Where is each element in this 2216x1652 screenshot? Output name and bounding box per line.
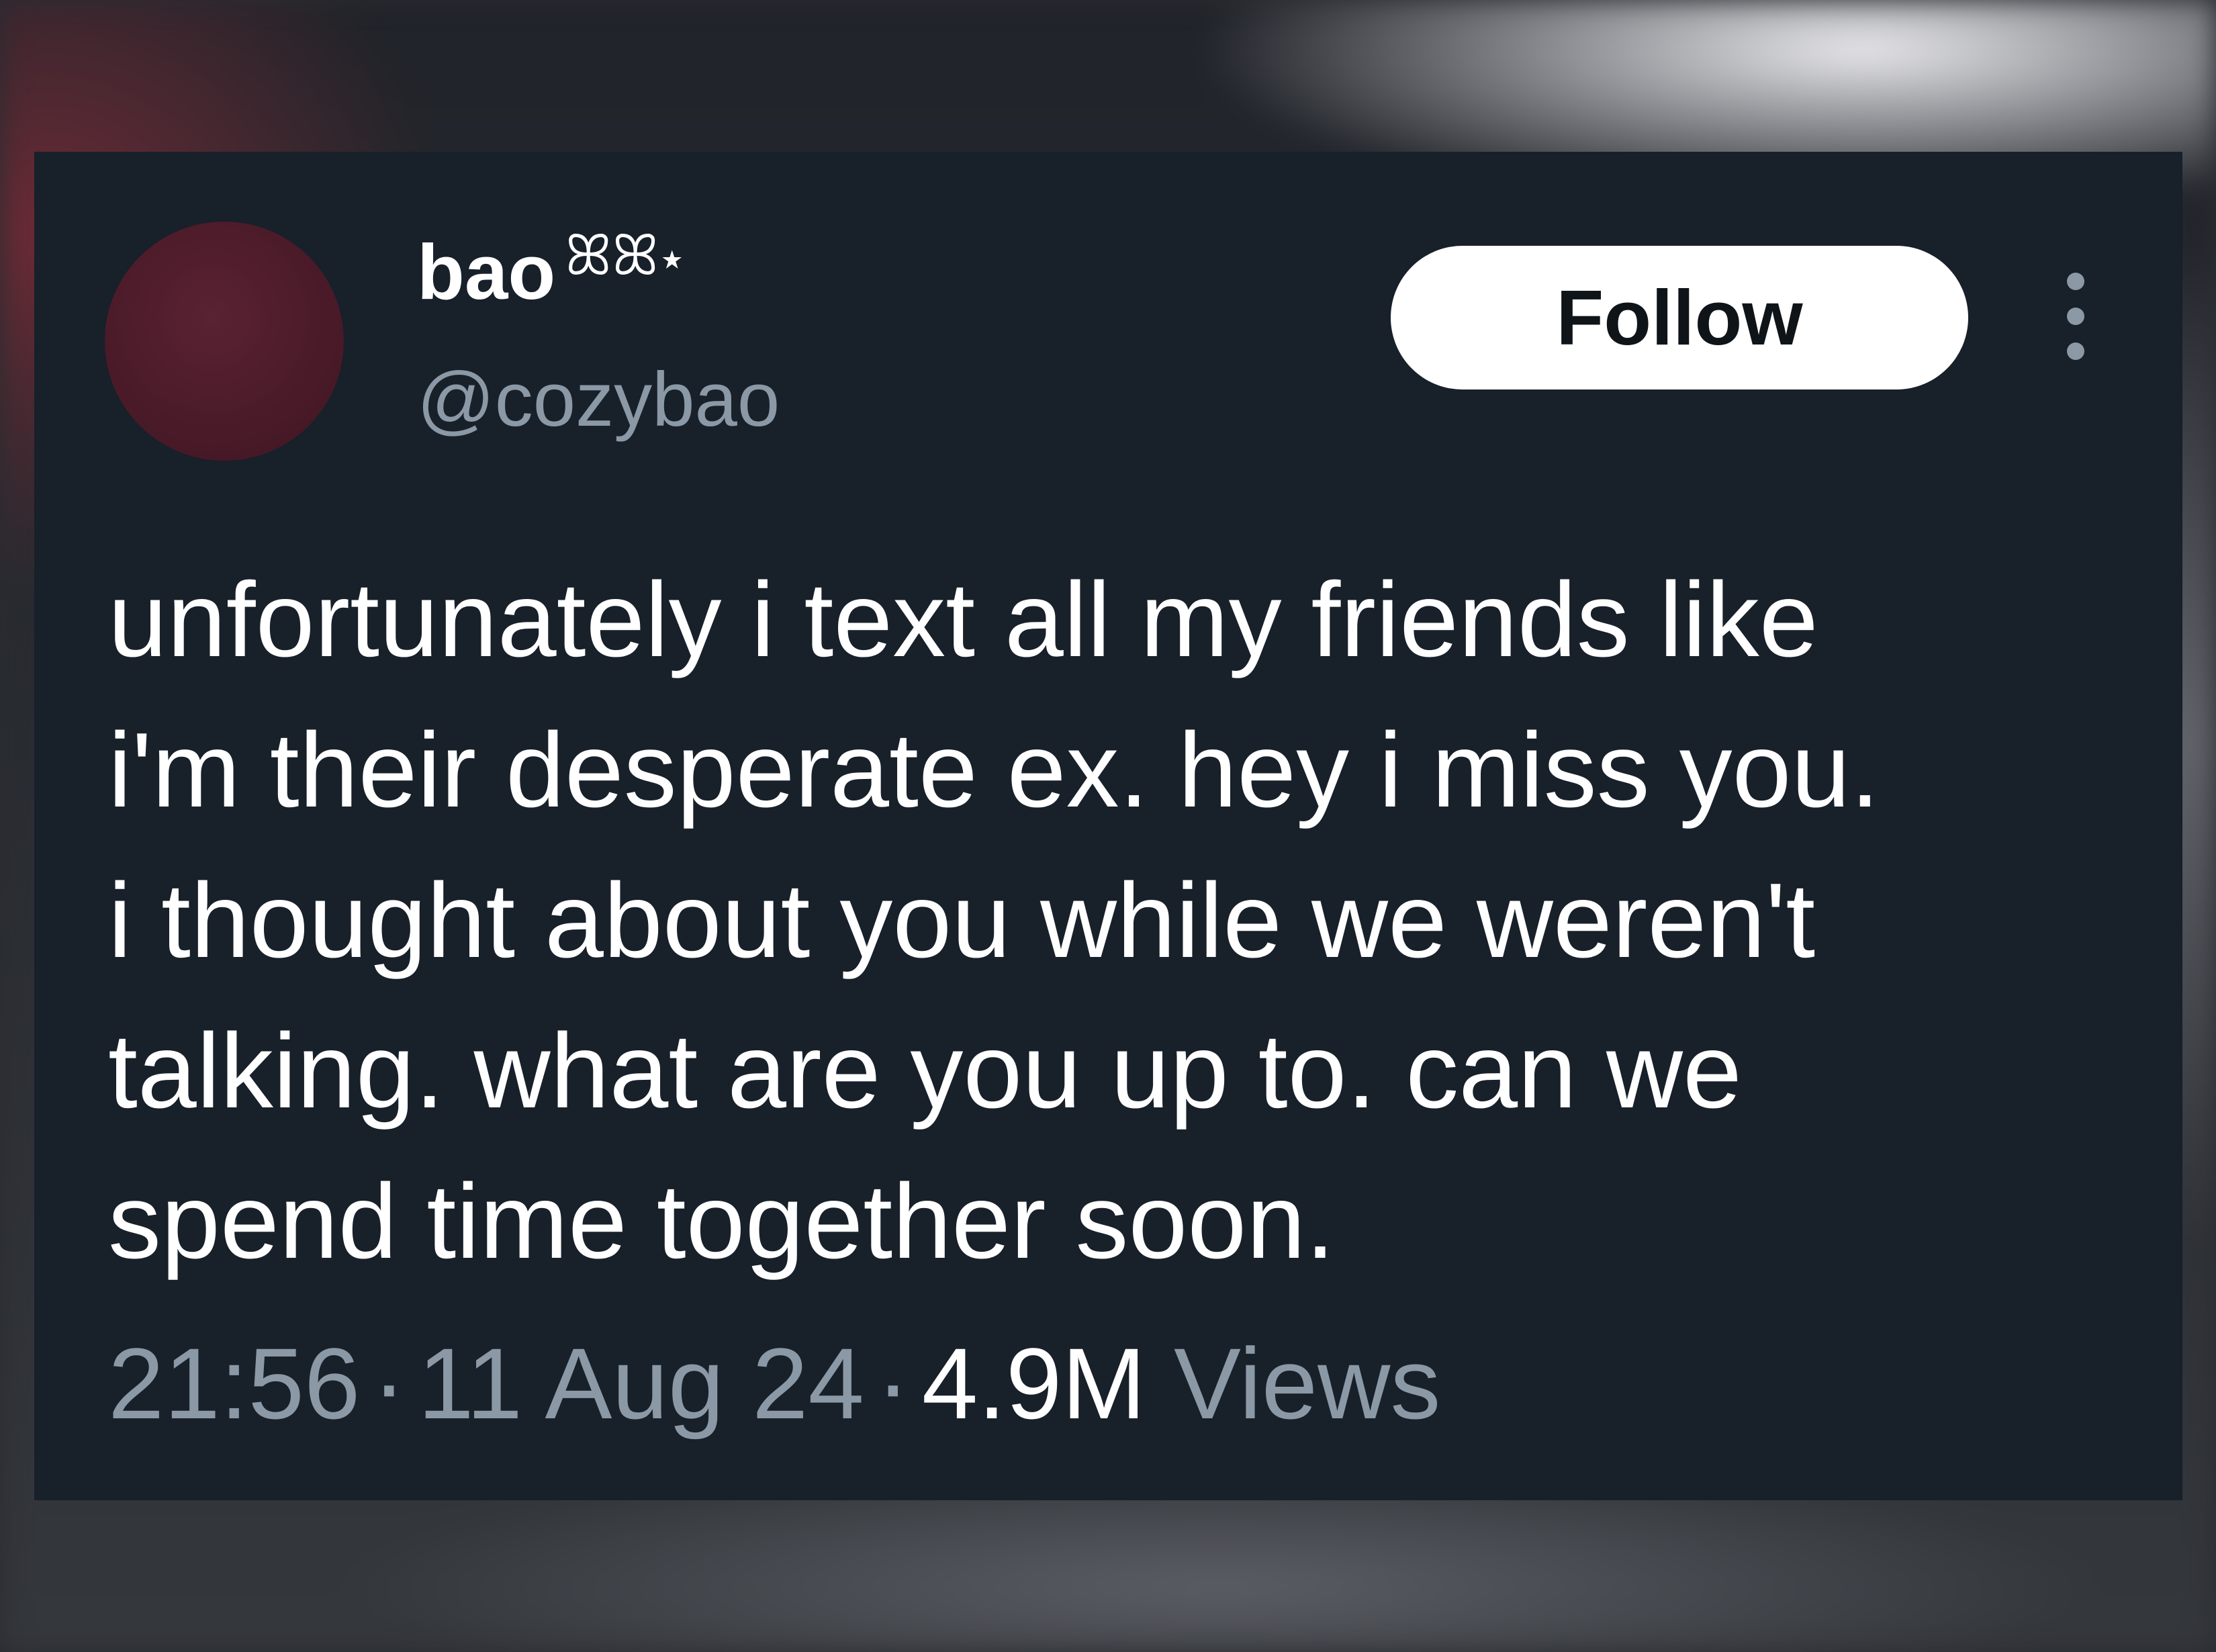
avatar[interactable] [105, 222, 344, 461]
tweet-date[interactable]: 11 Aug 24 [418, 1327, 864, 1440]
tweet-text-line: unfortunately i text all my friends like [108, 561, 1818, 679]
more-vertical-icon [2067, 342, 2084, 360]
tweet-text-line: i'm their desperate ex. hey i miss you. [108, 711, 1880, 829]
author-display-name[interactable]: bao ꕤꕤ⋆ [417, 222, 686, 319]
tweet-text-line: spend time together soon. [108, 1162, 1335, 1281]
more-vertical-icon [2067, 308, 2084, 325]
tweet-text-line: talking. what are you up to. can we [108, 1012, 1742, 1130]
views-label: Views [1173, 1327, 1441, 1440]
meta-separator: · [372, 1327, 406, 1440]
follow-button[interactable]: Follow [1391, 246, 1968, 389]
display-name-decoration: ꕤꕤ⋆ [565, 224, 686, 287]
tweet-text-line: i thought about you while we weren't [108, 862, 1816, 980]
tweet-text: unfortunately i text all my friends like… [108, 545, 2163, 1297]
views-count: 4.9M [921, 1327, 1146, 1440]
display-name-text: bao [417, 228, 556, 316]
tweet-time[interactable]: 21:56 [108, 1327, 360, 1440]
author-handle[interactable]: @cozybao [417, 355, 780, 447]
tweet-card: bao ꕤꕤ⋆ @cozybao Follow unfortunately i t… [34, 152, 2182, 1500]
more-vertical-icon [2067, 273, 2084, 290]
meta-separator: · [876, 1327, 910, 1440]
tweet-metadata: 21:56 · 11 Aug 24 · 4.9M Views [108, 1323, 1440, 1444]
more-options-button[interactable] [2056, 273, 2096, 360]
